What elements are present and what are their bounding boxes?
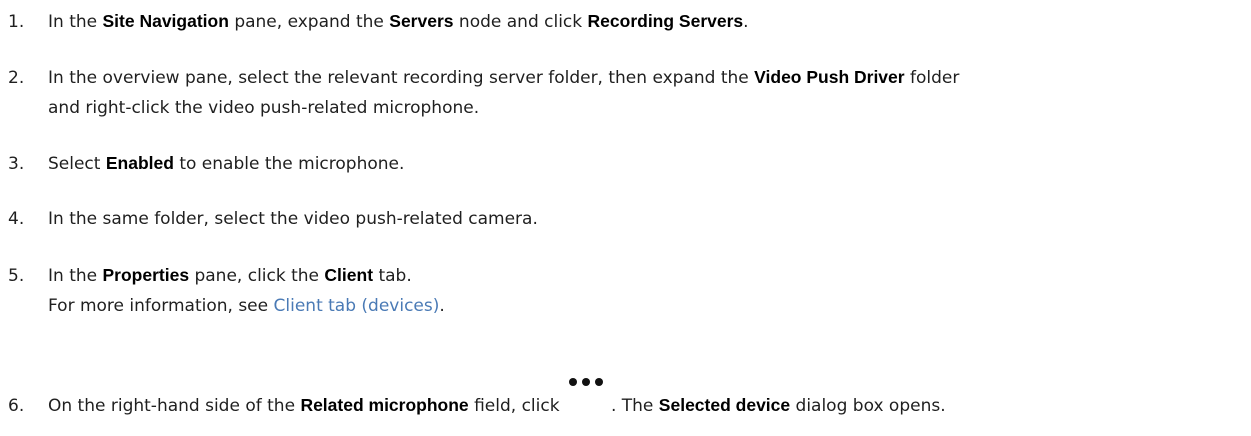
dot-1	[568, 378, 577, 386]
ui-term-related-microphone: Related microphone	[300, 395, 469, 415]
step-number: 1.	[8, 12, 25, 32]
step-2: 2. In the overview pane, select the relev…	[8, 62, 1248, 123]
more-options-ellipsis-icon	[565, 378, 611, 411]
step-text: .	[439, 296, 445, 316]
step-4: 4. In the same folder, select the video p…	[8, 204, 1248, 234]
ui-term-selected-device: Selected device	[658, 395, 791, 415]
step-text: field, click	[468, 396, 565, 416]
step-text: tab.	[373, 266, 412, 286]
step-text: pane, expand the	[228, 12, 390, 32]
ui-term-enabled: Enabled	[105, 153, 174, 173]
step-number: 5.	[8, 266, 25, 286]
step-text: pane, click the	[189, 266, 325, 286]
step-text: node and click	[453, 12, 588, 32]
step-number: 3.	[8, 154, 25, 174]
ui-term-servers: Servers	[389, 11, 454, 31]
step-text: . The	[610, 396, 659, 416]
dot-2	[581, 378, 590, 386]
step-number: 6.	[8, 396, 25, 416]
step-text: to enable the microphone.	[173, 154, 405, 174]
step-text: .	[743, 12, 749, 32]
ui-term-client: Client	[324, 265, 374, 285]
step-text: dialog box opens.	[790, 396, 946, 416]
step-text: For more information, see	[48, 296, 274, 316]
step-text: In the same folder, select the video pus…	[48, 209, 538, 229]
step-text-continued: and right-click the video push-related m…	[48, 98, 480, 118]
step-text: In the	[48, 266, 103, 286]
client-tab-devices-link[interactable]: Client tab (devices)	[274, 296, 440, 316]
ui-term-properties: Properties	[102, 265, 190, 285]
ui-term-site-navigation: Site Navigation	[102, 11, 229, 31]
step-number: 4.	[8, 209, 25, 229]
step-5: 5. In the Properties pane, click the Clie…	[8, 260, 1248, 321]
ui-term-video-push-driver: Video Push Driver	[754, 67, 905, 87]
step-number: 2.	[8, 68, 25, 88]
step-text-continued: For more information, see Client tab (de…	[8, 291, 1248, 321]
step-text: In the	[48, 12, 103, 32]
step-text: Select	[48, 154, 106, 174]
step-text: On the right-hand side of the	[48, 396, 301, 416]
dot-3	[594, 378, 603, 386]
step-1: 1. In the Site Navigation pane, expand th…	[8, 6, 1248, 37]
step-text: folder	[904, 68, 960, 88]
step-text: In the overview pane, select the relevan…	[48, 68, 755, 88]
step-3: 3. Select Enabled to enable the microphon…	[8, 148, 1248, 179]
ui-term-recording-servers: Recording Servers	[587, 11, 744, 31]
step-6: 6. On the right-hand side of the Related …	[8, 378, 1248, 421]
ellipsis-dots-graphic	[568, 378, 603, 386]
